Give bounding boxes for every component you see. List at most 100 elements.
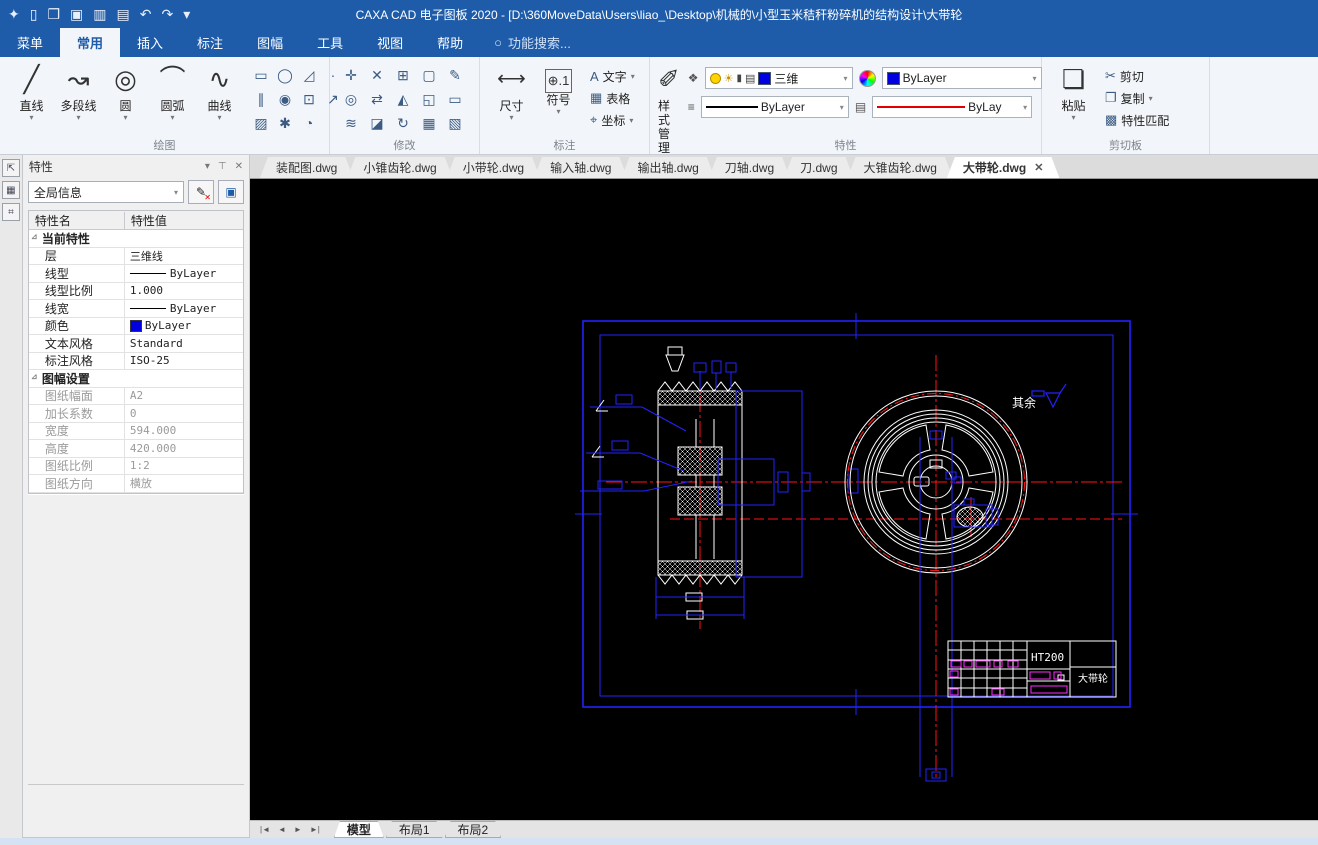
property-row[interactable]: ⊿ 宽度 594.000 xyxy=(28,422,243,440)
edit-icon[interactable]: ✎ xyxy=(442,63,468,87)
mirror-icon[interactable]: ◭ xyxy=(390,87,416,111)
doc-tab-knife[interactable]: 刀.dwg xyxy=(784,157,853,178)
redo-icon[interactable]: ↷ xyxy=(161,6,173,23)
table-icon[interactable]: ▦ 表格 xyxy=(590,87,635,109)
property-row[interactable]: ⊿ 文本风格 Standard xyxy=(28,334,243,353)
property-row[interactable]: ⊿ 图纸方向 横放 xyxy=(28,474,243,493)
frame-icon[interactable]: ▭ xyxy=(442,87,468,111)
hatch-icon[interactable]: ▨ xyxy=(249,111,273,135)
menu-tab-view[interactable]: 视图 xyxy=(360,28,420,57)
doc-tab-assembly[interactable]: 装配图.dwg xyxy=(260,157,353,178)
text-icon[interactable]: A 文字 ▾ xyxy=(590,65,635,87)
lineweight-combo[interactable]: ByLay ▾ xyxy=(872,96,1033,118)
scope-dropdown[interactable]: 全局信息 ▾ xyxy=(27,181,184,203)
corner-icon[interactable]: ◱ xyxy=(416,87,442,111)
save-icon[interactable]: ▣ xyxy=(70,6,83,23)
dimension-button[interactable]: ⟷ 尺寸 ▾ xyxy=(488,61,535,122)
coordinate-icon[interactable]: ⌖ 坐标 ▾ xyxy=(590,109,635,131)
rotate-ref-icon[interactable]: ◎ xyxy=(338,87,364,111)
chamfer-icon[interactable]: ◿ xyxy=(297,63,321,87)
tool-options-icon[interactable]: ⇱ xyxy=(1,159,20,177)
shear-icon[interactable]: ◪ xyxy=(364,111,390,135)
qat-more-icon[interactable]: ▾ xyxy=(183,6,190,23)
layer-tools-icon[interactable]: ❖ xyxy=(688,71,699,85)
panel-pin-icon[interactable]: ⊤ xyxy=(218,161,227,172)
property-row[interactable]: ⊿ 高度 420.000 xyxy=(28,439,243,458)
last-page-icon[interactable]: ►| xyxy=(306,825,324,834)
menu-tab-tools[interactable]: 工具 xyxy=(300,28,360,57)
doc-tab-input-shaft[interactable]: 输入轴.dwg xyxy=(534,157,627,178)
gear-icon[interactable]: ✱ xyxy=(273,111,297,135)
property-row[interactable]: ⊿ 图纸幅面 A2 xyxy=(28,387,243,405)
circle-button[interactable]: ◎ 圆 ▾ xyxy=(102,61,149,122)
new-file-icon[interactable]: ▯ xyxy=(30,6,38,23)
rectangle-icon[interactable]: ▭ xyxy=(249,63,273,87)
first-page-icon[interactable]: |◄ xyxy=(256,825,274,834)
parallel-lines-icon[interactable]: ∥ xyxy=(249,87,273,111)
property-row[interactable]: ⊿ 图幅设置 xyxy=(28,370,243,388)
app-logo-icon[interactable]: ✦ xyxy=(8,6,20,23)
color-combo[interactable]: ByLayer ▾ xyxy=(881,67,1042,89)
cut-icon[interactable]: ✂ 剪切 xyxy=(1105,65,1173,87)
menu-tab-home[interactable]: 常用 xyxy=(60,28,121,57)
property-row[interactable]: ⊿ 加长系数 0 xyxy=(28,404,243,423)
layout2-tab[interactable]: 布局2 xyxy=(445,821,502,838)
close-tab-icon[interactable]: ✕ xyxy=(1034,161,1043,174)
property-row[interactable]: ⊿ 层 三维线 xyxy=(28,247,243,265)
next-page-icon[interactable]: ► xyxy=(290,825,306,834)
frame-manager-icon[interactable]: ⌗ xyxy=(1,203,20,221)
linestyle-tools-icon[interactable]: ≡ xyxy=(688,100,695,114)
center-circle-icon[interactable]: ◉ xyxy=(273,87,297,111)
open-file-icon[interactable]: ❒ xyxy=(47,6,60,23)
property-row[interactable]: ⊿ 线型 ByLayer xyxy=(28,264,243,283)
line-button[interactable]: ╱ 直线 ▾ xyxy=(8,61,55,122)
property-row[interactable]: ⊿ 图纸比例 1:2 xyxy=(28,457,243,475)
drawing-canvas[interactable]: 其余 HT200 大带轮 xyxy=(250,179,1318,820)
undo-icon[interactable]: ↶ xyxy=(140,6,152,23)
color-wheel-icon[interactable] xyxy=(858,69,876,87)
menu-tab-menu[interactable]: 菜单 xyxy=(0,28,60,57)
rotate-icon[interactable]: ↻ xyxy=(390,111,416,135)
doc-tab-knife-shaft[interactable]: 刀轴.dwg xyxy=(709,157,790,178)
property-row[interactable]: ⊿ 线宽 ByLayer xyxy=(28,299,243,318)
copy-icon[interactable]: ❐ 复制 ▾ xyxy=(1105,87,1173,109)
function-search[interactable]: ○ 功能搜索... xyxy=(494,28,571,57)
pick-object-button[interactable]: ▣ xyxy=(218,180,244,204)
move-icon[interactable]: ✛ xyxy=(338,63,364,87)
doc-tab-small-bevel-gear[interactable]: 小锥齿轮.dwg xyxy=(347,157,452,178)
property-row[interactable]: ⊿ 颜色 ByLayer xyxy=(28,317,243,335)
doc-tab-large-bevel-gear[interactable]: 大锥齿轮.dwg xyxy=(848,157,953,178)
array-icon[interactable]: ⊞ xyxy=(390,63,416,87)
doc-tab-output-shaft[interactable]: 输出轴.dwg xyxy=(621,157,714,178)
property-row[interactable]: ⊿ 线型比例 1.000 xyxy=(28,282,243,300)
lineweight-icon[interactable]: ▤ xyxy=(855,100,866,114)
paste-button[interactable]: ❏ 粘贴 ▾ xyxy=(1050,61,1097,122)
layer-combo[interactable]: ☀ ▮ ▤ 三维 ▾ xyxy=(704,67,853,89)
library-panel-icon[interactable]: ▦ xyxy=(1,181,20,199)
stretch-icon[interactable]: ▢ xyxy=(416,63,442,87)
sector-icon[interactable]: ◔ xyxy=(297,111,321,135)
explode-icon[interactable]: ▦ xyxy=(416,111,442,135)
save-as-icon[interactable]: ▥ xyxy=(93,6,106,23)
panel-close-icon[interactable]: ✕ xyxy=(235,161,243,172)
model-tab[interactable]: 模型 xyxy=(334,821,384,838)
menu-tab-help[interactable]: 帮助 xyxy=(420,28,480,57)
doc-tab-large-pulley[interactable]: 大带轮.dwg ✕ xyxy=(947,157,1060,178)
polyline-button[interactable]: ↝ 多段线 ▾ xyxy=(55,61,102,122)
arc-button[interactable]: ⌒ 圆弧 ▾ xyxy=(149,61,196,122)
spline-button[interactable]: ∿ 曲线 ▾ xyxy=(196,61,243,122)
region-hatch-icon[interactable]: ▧ xyxy=(442,111,468,135)
panel-collapse-icon[interactable]: ▾ xyxy=(205,161,210,172)
doc-tab-small-pulley[interactable]: 小带轮.dwg xyxy=(447,157,540,178)
property-row[interactable]: ⊿ 当前特性 xyxy=(28,230,243,248)
scale-icon[interactable]: ≋ xyxy=(338,111,364,135)
edit-properties-button[interactable]: ✎ ✕ xyxy=(188,180,214,204)
ellipse-icon[interactable]: ◯ xyxy=(273,63,297,87)
print-icon[interactable]: ▤ xyxy=(116,6,129,23)
match-properties-icon[interactable]: ▩ 特性匹配 xyxy=(1105,109,1173,131)
layout1-tab[interactable]: 布局1 xyxy=(386,821,443,838)
menu-tab-sheet[interactable]: 图幅 xyxy=(240,28,300,57)
menu-tab-annotate[interactable]: 标注 xyxy=(180,28,240,57)
break-icon[interactable]: ✕ xyxy=(364,63,390,87)
menu-tab-insert[interactable]: 插入 xyxy=(120,28,180,57)
